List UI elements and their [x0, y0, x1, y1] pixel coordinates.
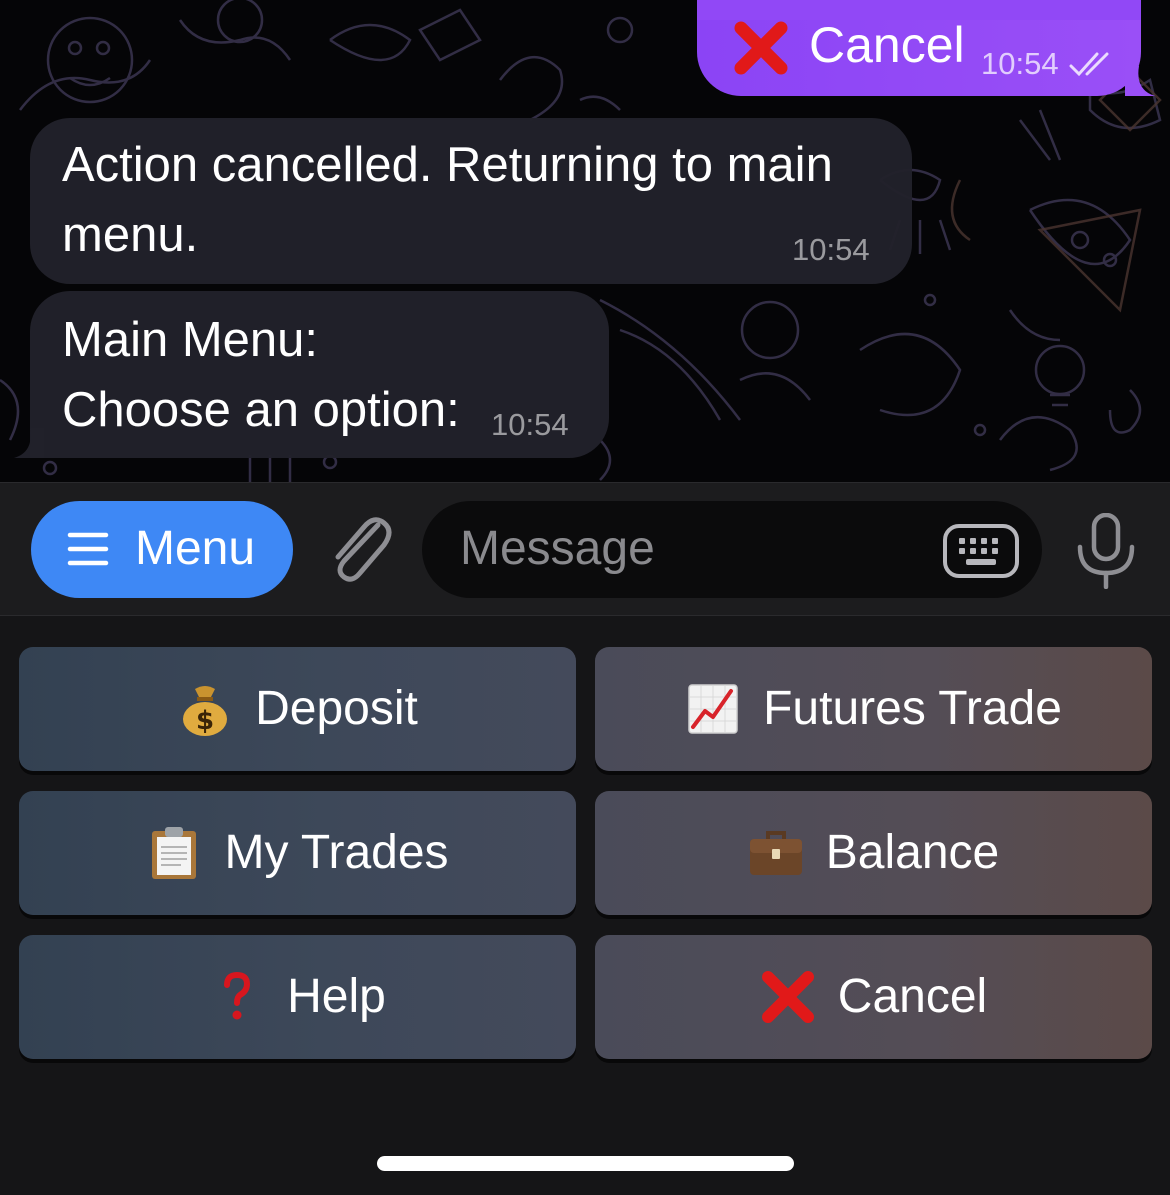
paperclip-attach-icon[interactable]	[322, 511, 394, 587]
incoming-message-text: Action cancelled. Returning to main menu…	[62, 138, 833, 262]
balance-button-label: Balance	[825, 826, 1000, 879]
money-bag-icon: $	[177, 681, 233, 737]
hamburger-menu-icon	[67, 531, 109, 567]
deposit-button[interactable]: $ Deposit	[19, 647, 576, 771]
read-double-check-icon	[1069, 52, 1117, 78]
cancel-button[interactable]: Cancel	[595, 935, 1152, 1059]
my-trades-button[interactable]: My Trades	[19, 791, 576, 915]
message-input[interactable]: Message	[422, 501, 1042, 598]
futures-trade-button-label: Futures Trade	[763, 682, 1062, 735]
question-mark-icon	[209, 969, 265, 1025]
balance-button[interactable]: Balance	[595, 791, 1152, 915]
message-timestamp: 10:54	[981, 46, 1059, 81]
briefcase-icon	[748, 825, 804, 881]
help-button-label: Help	[287, 970, 386, 1023]
incoming-message-bubble[interactable]: Main Menu: Choose an option: 10:54	[14, 291, 609, 458]
clipboard-icon	[146, 825, 202, 881]
help-button[interactable]: Help	[19, 935, 576, 1059]
bot-reply-keyboard: $ Deposit Futures Trade My Trades Balanc…	[0, 616, 1170, 1195]
bubble-tail	[1125, 66, 1155, 96]
cross-mark-icon	[760, 969, 816, 1025]
keyboard-icon[interactable]	[942, 523, 1020, 579]
cancel-button-label: Cancel	[837, 970, 988, 1023]
menu-button[interactable]: Menu	[31, 501, 293, 598]
incoming-message-bubble[interactable]: Action cancelled. Returning to main menu…	[30, 118, 912, 284]
deposit-button-label: Deposit	[255, 682, 418, 735]
message-placeholder: Message	[460, 522, 655, 575]
message-timestamp: 10:54	[491, 407, 569, 442]
message-timestamp: 10:54	[792, 232, 870, 267]
message-input-bar: Menu Message	[0, 482, 1170, 616]
futures-trade-button[interactable]: Futures Trade	[595, 647, 1152, 771]
menu-button-label: Menu	[135, 522, 256, 575]
outgoing-message-bubble[interactable]: Cancel 10:54	[697, 0, 1155, 96]
chat-area[interactable]: Cancel 10:54 Action cancelled. Returning…	[0, 0, 1170, 482]
microphone-icon[interactable]	[1074, 512, 1138, 590]
telegram-chat-screen: Cancel 10:54 Action cancelled. Returning…	[0, 0, 1170, 1195]
chart-increasing-icon	[685, 681, 741, 737]
outgoing-message-text: Cancel	[809, 17, 965, 73]
svg-text:$: $	[196, 706, 214, 736]
my-trades-button-label: My Trades	[224, 826, 449, 879]
home-indicator[interactable]	[377, 1156, 794, 1171]
bubble-tail	[14, 428, 44, 458]
cross-mark-icon	[731, 18, 791, 78]
